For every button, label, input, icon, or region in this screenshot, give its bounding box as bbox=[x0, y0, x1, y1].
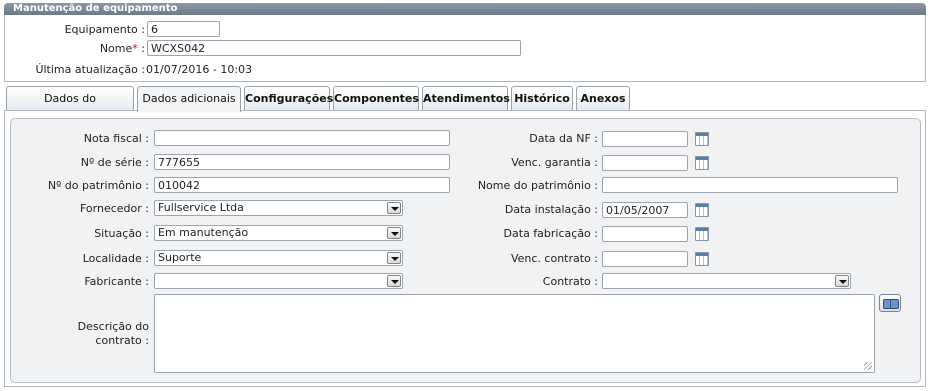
calendar-icon[interactable] bbox=[695, 132, 709, 146]
tab-dados-equipamento[interactable]: Dados do equipamento bbox=[6, 86, 134, 128]
contrato-select[interactable] bbox=[602, 273, 851, 289]
nota-fiscal-label: Nota fiscal : bbox=[83, 132, 149, 145]
data-instalacao-label: Data instalação : bbox=[504, 203, 598, 216]
chevron-down-icon[interactable] bbox=[387, 202, 401, 214]
calendar-icon[interactable] bbox=[695, 227, 709, 241]
venc-contrato-label: Venc. contrato : bbox=[510, 252, 598, 265]
tab-historico[interactable]: Histórico bbox=[511, 86, 573, 111]
tab-panel-dados-adicionais: Nota fiscal : Nº de série : Nº do patrim… bbox=[4, 110, 926, 387]
venc-garantia-label: Venc. garantia : bbox=[511, 156, 598, 169]
fabricante-label: Fabricante : bbox=[84, 275, 149, 288]
calendar-icon[interactable] bbox=[695, 252, 709, 266]
situacao-value: Em manutenção bbox=[158, 226, 249, 239]
required-marker: * bbox=[132, 42, 138, 55]
panel-title: Manutenção de equipamento bbox=[4, 3, 926, 15]
nome-label: Nome* : bbox=[45, 42, 145, 55]
fornecedor-value: Fullservice Ltda bbox=[158, 201, 244, 214]
chevron-down-icon[interactable] bbox=[387, 275, 401, 287]
localidade-label: Localidade : bbox=[82, 252, 149, 265]
venc-garantia-field[interactable] bbox=[602, 155, 688, 171]
data-fabricacao-label: Data fabricação : bbox=[503, 227, 598, 240]
venc-contrato-field[interactable] bbox=[602, 251, 688, 267]
calendar-icon[interactable] bbox=[695, 156, 709, 170]
nome-patrimonio-field[interactable] bbox=[602, 177, 898, 193]
tab-anexos[interactable]: Anexos bbox=[576, 86, 630, 111]
form-section: Nota fiscal : Nº de série : Nº do patrim… bbox=[10, 118, 921, 383]
data-nf-label: Data da NF : bbox=[529, 132, 598, 145]
numero-serie-label: Nº de série : bbox=[80, 156, 149, 169]
ultima-atualizacao-value: 01/07/2016 - 10:03 bbox=[146, 63, 253, 76]
data-fabricacao-field[interactable] bbox=[602, 226, 688, 242]
resize-grip-icon[interactable] bbox=[864, 362, 872, 370]
numero-patrimonio-label: Nº do patrimônio : bbox=[47, 179, 149, 192]
chevron-down-icon[interactable] bbox=[387, 252, 401, 264]
nome-field[interactable] bbox=[147, 40, 521, 56]
equipamento-label: Equipamento : bbox=[64, 23, 145, 36]
ultima-atualizacao-label: Última atualização : bbox=[35, 63, 145, 76]
situacao-select[interactable]: Em manutenção bbox=[154, 225, 403, 241]
book-icon[interactable] bbox=[879, 294, 901, 312]
tab-componentes[interactable]: Componentes bbox=[333, 86, 419, 111]
descricao-label-line2: contrato : bbox=[95, 334, 149, 347]
chevron-down-icon[interactable] bbox=[387, 227, 401, 239]
nome-patrimonio-label: Nome do patrimônio : bbox=[477, 179, 598, 192]
descricao-contrato-label: Descrição do contrato : bbox=[11, 320, 149, 348]
data-instalacao-field[interactable] bbox=[602, 202, 688, 218]
descricao-contrato-field[interactable] bbox=[154, 294, 875, 373]
numero-patrimonio-field[interactable] bbox=[154, 177, 450, 193]
localidade-select[interactable]: Suporte bbox=[154, 250, 403, 266]
descricao-label-line1: Descrição do bbox=[77, 320, 149, 333]
tab-atendimentos[interactable]: Atendimentos bbox=[422, 86, 510, 111]
contrato-label: Contrato : bbox=[542, 275, 598, 288]
calendar-icon[interactable] bbox=[695, 203, 709, 217]
fornecedor-select[interactable]: Fullservice Ltda bbox=[154, 200, 403, 216]
numero-serie-field[interactable] bbox=[154, 154, 450, 170]
equipamento-field[interactable] bbox=[147, 21, 220, 37]
localidade-value: Suporte bbox=[158, 251, 202, 264]
situacao-label: Situação : bbox=[94, 227, 149, 240]
nome-label-text: Nome bbox=[99, 42, 133, 55]
tab-configuracoes[interactable]: Configurações bbox=[244, 86, 333, 111]
nota-fiscal-field[interactable] bbox=[154, 130, 450, 146]
chevron-down-icon[interactable] bbox=[835, 275, 849, 287]
tab-dados-adicionais[interactable]: Dados adicionais bbox=[137, 86, 241, 112]
nome-colon: : bbox=[141, 42, 145, 55]
equipment-header: Equipamento : Nome* : Última atualização… bbox=[4, 15, 926, 82]
fornecedor-label: Fornecedor : bbox=[80, 202, 149, 215]
data-nf-field[interactable] bbox=[602, 131, 688, 147]
fabricante-select[interactable] bbox=[154, 273, 403, 289]
